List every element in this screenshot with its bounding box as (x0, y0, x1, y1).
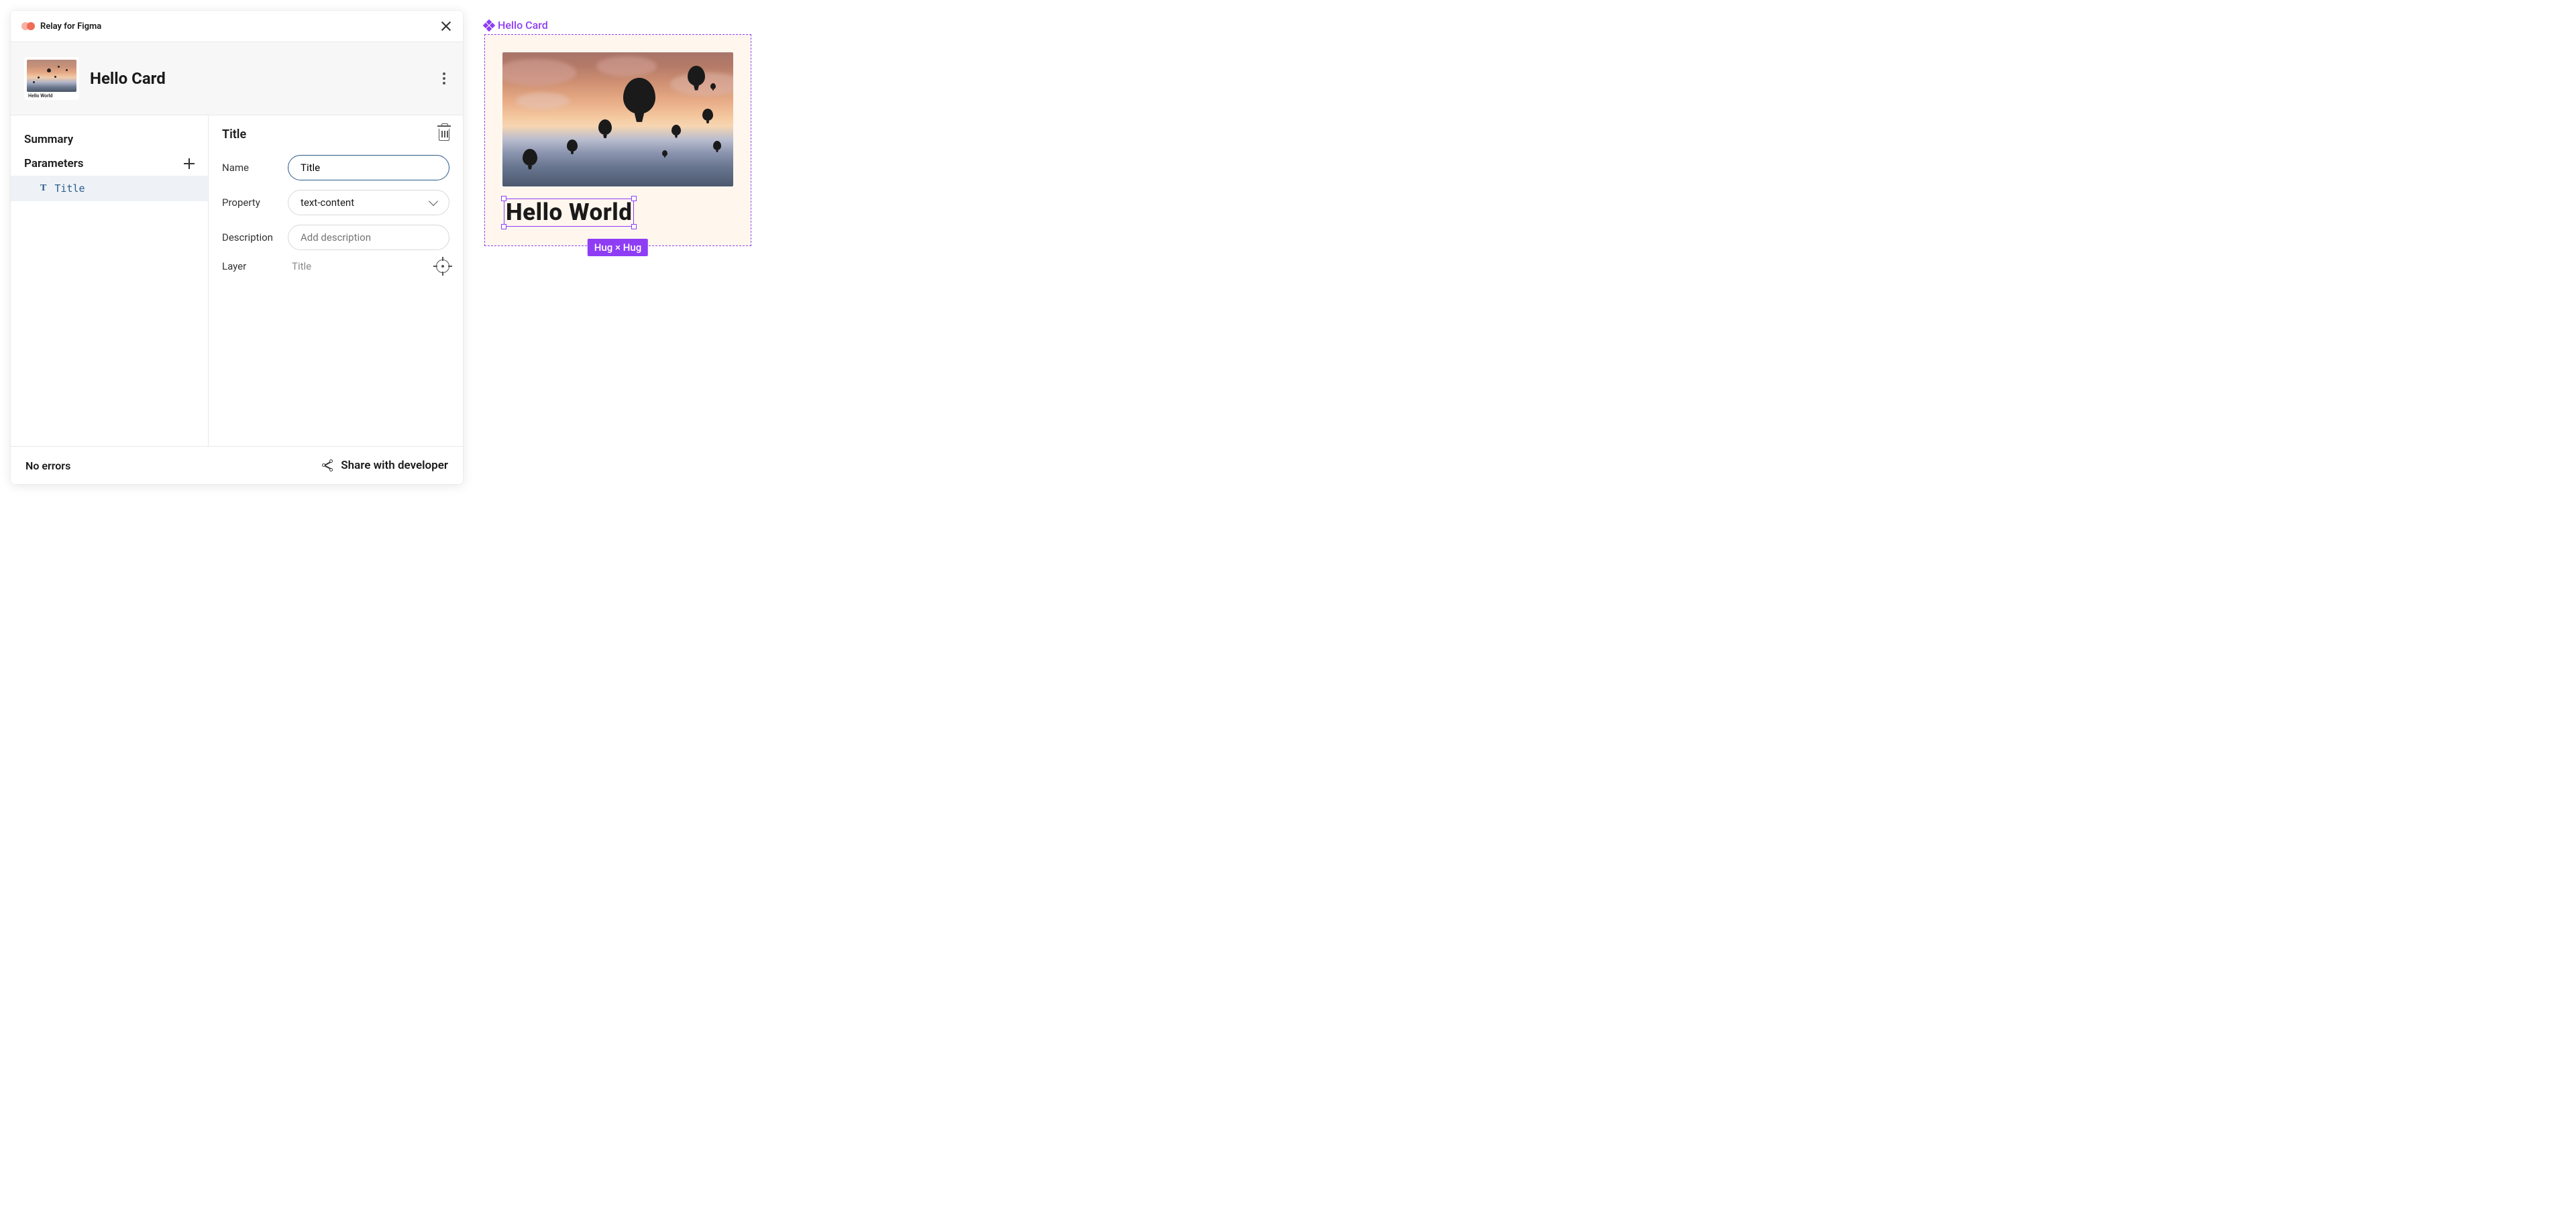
card-image[interactable] (502, 52, 733, 186)
card-title-text: Hello World (506, 199, 632, 226)
parameter-item-title[interactable]: T Title (11, 176, 208, 201)
close-icon[interactable] (440, 20, 452, 32)
delete-icon[interactable] (439, 129, 449, 141)
add-parameter-icon[interactable] (184, 158, 195, 169)
size-badge: Hug × Hug (588, 239, 648, 256)
component-frame-label[interactable]: Hello Card (484, 19, 751, 32)
name-label: Name (222, 162, 280, 174)
layer-row: Layer Title (222, 260, 449, 273)
parameters-label: Parameters (24, 157, 84, 170)
detail-pane: Title Name Property text-content (209, 115, 463, 446)
share-icon (322, 460, 333, 471)
share-label: Share with developer (341, 459, 448, 472)
panel-title-group: Relay for Figma (21, 21, 101, 32)
resize-handle-tr[interactable] (631, 196, 637, 201)
description-row: Description (222, 225, 449, 250)
component-icon (484, 21, 494, 30)
property-label: Property (222, 197, 280, 209)
component-thumbnail: Hello World (24, 57, 79, 100)
locate-layer-icon[interactable] (436, 260, 449, 273)
detail-title: Title (222, 127, 246, 142)
resize-handle-bl[interactable] (501, 224, 506, 229)
figma-canvas: Hello Card Hello World Hug × Hug (484, 19, 751, 246)
error-status: No errors (25, 459, 70, 472)
relay-panel: Relay for Figma Hello World Hello Card S… (11, 11, 463, 484)
component-name: Hello Card (90, 69, 166, 88)
component-frame-label-text: Hello Card (498, 19, 548, 32)
relay-logo-icon (21, 21, 35, 31)
name-input[interactable] (288, 155, 449, 180)
layer-label: Layer (222, 260, 280, 272)
name-row: Name (222, 155, 449, 180)
parameter-item-label: Title (54, 182, 85, 194)
description-input[interactable] (288, 225, 449, 250)
sidebar: Summary Parameters T Title (11, 115, 209, 446)
panel-header: Relay for Figma (11, 11, 463, 42)
panel-footer: No errors Share with developer (11, 446, 463, 484)
parameters-section: Parameters (11, 152, 208, 176)
resize-handle-tl[interactable] (501, 196, 506, 201)
component-frame[interactable]: Hello World Hug × Hug (484, 34, 751, 246)
property-select[interactable]: text-content (288, 190, 449, 215)
panel-body: Summary Parameters T Title Title Name (11, 115, 463, 446)
more-menu-icon[interactable] (439, 68, 449, 89)
text-type-icon: T (40, 183, 46, 194)
component-header: Hello World Hello Card (11, 42, 463, 115)
chevron-down-icon (429, 197, 438, 206)
thumbnail-image (27, 60, 76, 92)
plugin-title: Relay for Figma (40, 21, 101, 32)
layer-value: Title (280, 260, 436, 272)
summary-section[interactable]: Summary (11, 127, 208, 152)
selected-text-layer[interactable]: Hello World (504, 199, 634, 227)
description-label: Description (222, 231, 280, 243)
share-button[interactable]: Share with developer (322, 459, 448, 472)
resize-handle-br[interactable] (631, 224, 637, 229)
thumbnail-caption: Hello World (27, 93, 76, 99)
detail-header: Title (222, 127, 449, 142)
property-row: Property text-content (222, 190, 449, 215)
property-value: text-content (301, 197, 354, 209)
